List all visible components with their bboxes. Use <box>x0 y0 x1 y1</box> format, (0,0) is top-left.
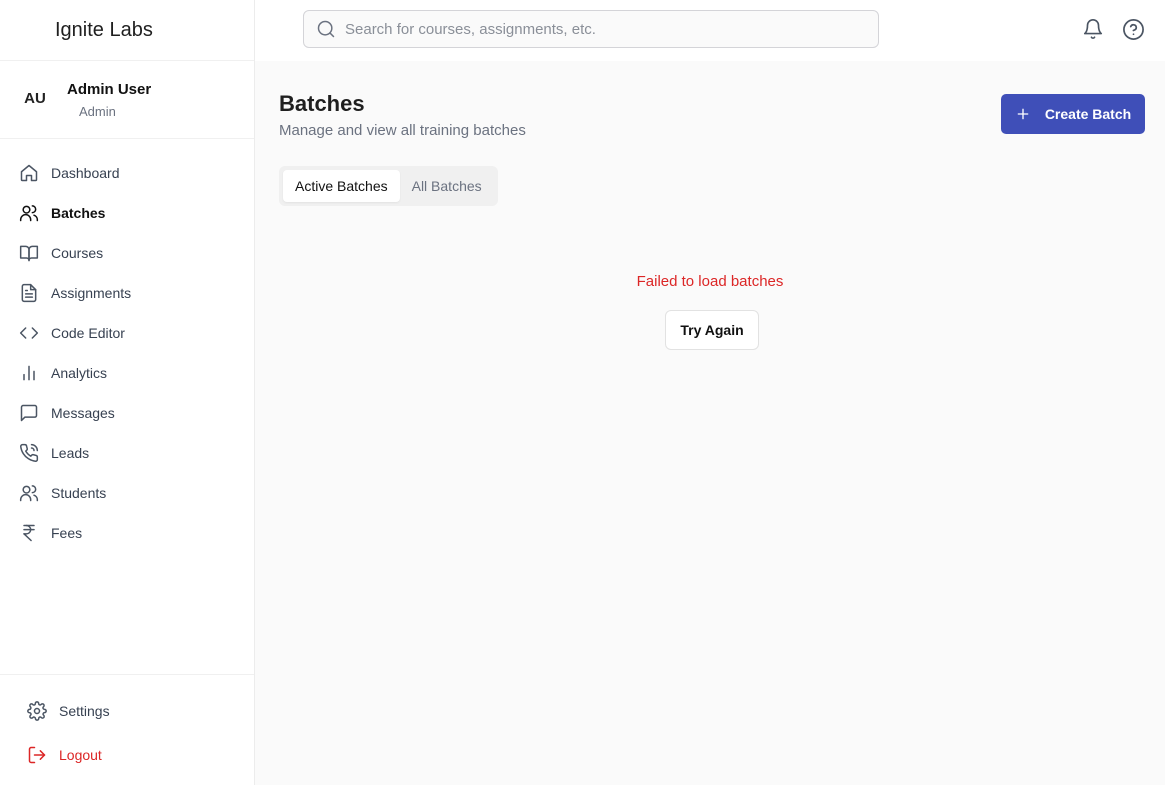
brand: Ignite Labs <box>0 0 254 61</box>
page-title: Batches <box>279 91 365 116</box>
sidebar-item-batches[interactable]: Batches <box>0 193 254 233</box>
sidebar-item-label: Analytics <box>51 365 108 381</box>
create-batch-button[interactable]: Create Batch <box>1001 94 1145 134</box>
logout-icon <box>27 745 47 765</box>
sidebar-item-students[interactable]: Students <box>0 473 254 513</box>
file-text-icon <box>19 283 39 303</box>
tab-all-batches[interactable]: All Batches <box>400 170 494 202</box>
sidebar-item-code-editor[interactable]: Code Editor <box>0 313 254 353</box>
sidebar-item-leads[interactable]: Leads <box>0 433 254 473</box>
user-name: Admin User <box>67 81 152 98</box>
sidebar-item-label: Courses <box>51 245 104 261</box>
sidebar-item-label: Batches <box>51 205 106 221</box>
bar-chart-icon <box>19 363 39 383</box>
try-again-button[interactable]: Try Again <box>665 310 759 350</box>
search-box[interactable] <box>303 10 879 48</box>
sidebar-bottom: Settings Logout <box>0 674 254 777</box>
users-icon <box>19 483 39 503</box>
message-square-icon <box>19 403 39 423</box>
rupee-icon <box>19 523 39 543</box>
page-subtitle: Manage and view all training batches <box>279 122 526 139</box>
search-icon <box>316 19 336 39</box>
avatar: AU <box>24 89 46 107</box>
settings-link[interactable]: Settings <box>0 689 254 733</box>
sidebar-item-dashboard[interactable]: Dashboard <box>0 153 254 193</box>
book-open-icon <box>19 243 39 263</box>
users-icon <box>19 203 39 223</box>
code-icon <box>19 323 39 343</box>
sidebar-item-messages[interactable]: Messages <box>0 393 254 433</box>
home-icon <box>19 163 39 183</box>
top-bar <box>255 0 1165 61</box>
sidebar-item-label: Leads <box>51 445 90 461</box>
sidebar: Ignite Labs AU Admin User Admin Dashboar… <box>0 0 255 785</box>
bell-icon[interactable] <box>1081 17 1105 41</box>
gear-icon <box>27 701 47 721</box>
sidebar-item-label: Messages <box>51 405 115 421</box>
sidebar-item-label: Assignments <box>51 285 132 301</box>
sidebar-item-label: Students <box>51 485 107 501</box>
error-message: Failed to load batches <box>636 273 784 290</box>
phone-call-icon <box>19 443 39 463</box>
main-content: Batches Manage and view all training bat… <box>255 61 1165 785</box>
logout-label: Logout <box>59 747 102 763</box>
help-circle-icon[interactable] <box>1121 17 1145 41</box>
sidebar-nav: Dashboard Batches Courses Assignments Co… <box>0 153 254 553</box>
sidebar-item-fees[interactable]: Fees <box>0 513 254 553</box>
logout-button[interactable]: Logout <box>0 733 254 777</box>
plus-icon <box>1015 106 1031 122</box>
batch-tabs: Active Batches All Batches <box>279 166 498 206</box>
sidebar-item-assignments[interactable]: Assignments <box>0 273 254 313</box>
user-role: Admin <box>79 104 116 119</box>
user-profile: AU Admin User Admin <box>0 61 254 139</box>
create-batch-label: Create Batch <box>1044 106 1132 122</box>
sidebar-item-label: Dashboard <box>51 165 120 181</box>
tab-active-batches[interactable]: Active Batches <box>283 170 400 202</box>
brand-name: Ignite Labs <box>55 18 153 41</box>
sidebar-item-label: Code Editor <box>51 325 125 341</box>
sidebar-item-courses[interactable]: Courses <box>0 233 254 273</box>
sidebar-item-analytics[interactable]: Analytics <box>0 353 254 393</box>
search-input[interactable] <box>345 20 845 38</box>
settings-label: Settings <box>59 703 110 719</box>
sidebar-item-label: Fees <box>51 525 83 541</box>
